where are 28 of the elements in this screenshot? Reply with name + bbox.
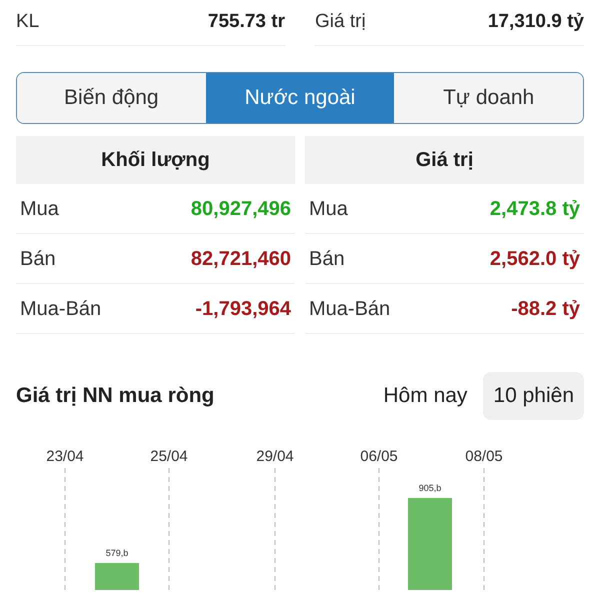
row-value: -88.2 tỷ <box>511 296 580 322</box>
row-value: 2,562.0 tỷ <box>490 246 580 272</box>
row-label: Mua <box>309 196 348 222</box>
period-toggle[interactable]: 10 phiên <box>483 372 584 420</box>
column-header: Giá trị <box>305 136 584 184</box>
date-label: 06/05 <box>360 447 398 467</box>
row-label: Mua-Bán <box>20 296 102 322</box>
summary-value: 17,310.9 tỷ <box>488 10 584 34</box>
date-label: 29/04 <box>256 447 294 467</box>
row-value: 2,473.8 tỷ <box>490 196 580 222</box>
row-value: -1,793,964 <box>195 296 291 322</box>
date-label: 25/04 <box>150 447 188 467</box>
summary-value: 755.73 tr <box>208 10 285 34</box>
row-value: 80,927,496 <box>190 196 291 222</box>
date-label: 23/04 <box>46 447 84 467</box>
bar-value-label: 905,b <box>418 482 442 495</box>
column-header: Khối lượng <box>16 136 295 184</box>
row-label: Bán <box>20 246 56 272</box>
row-label: Mua-Bán <box>309 296 390 322</box>
section-title: Giá trị NN mua ròng <box>16 383 214 410</box>
date-label: 08/05 <box>465 447 503 467</box>
row-value: 82,721,460 <box>190 246 291 272</box>
tab[interactable]: Nước ngoài <box>206 73 394 123</box>
row-label: Bán <box>309 246 345 272</box>
summary-label: KL <box>16 10 40 34</box>
summary-label: Giá trị <box>315 10 366 34</box>
row-label: Mua <box>20 196 59 222</box>
bar-value-label: 579,b <box>106 547 128 560</box>
